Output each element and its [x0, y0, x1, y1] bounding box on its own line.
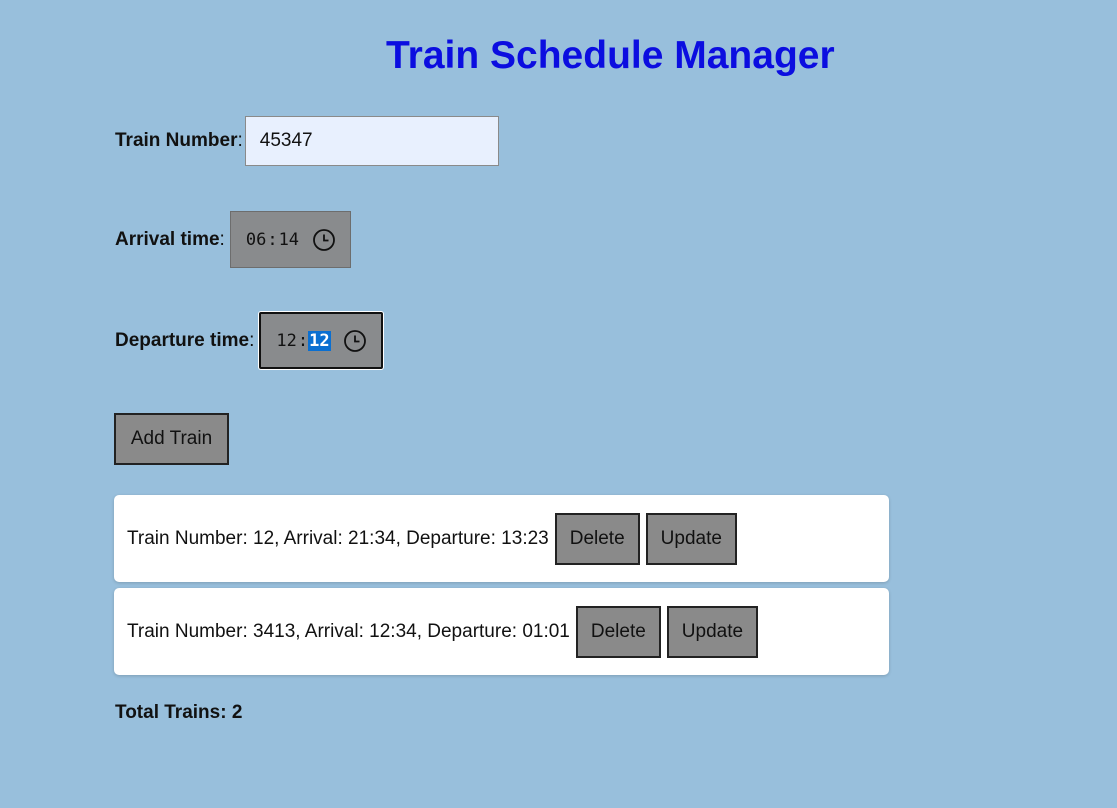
total-trains: Total Trains: 2 — [115, 702, 243, 723]
train-number-input[interactable] — [244, 116, 499, 166]
update-button[interactable]: Update — [645, 512, 737, 565]
delete-button[interactable]: Delete — [575, 605, 661, 658]
clock-icon[interactable] — [343, 329, 367, 353]
train-number-label: Train Number: — [115, 130, 243, 151]
add-train-button[interactable]: Add Train — [114, 413, 229, 465]
train-number-row: Train Number: — [115, 116, 499, 166]
train-info: Train Number: 12, Arrival: 21:34, Depart… — [127, 527, 549, 549]
update-button[interactable]: Update — [666, 605, 759, 658]
arrival-time-label: Arrival time: — [115, 228, 225, 250]
train-info: Train Number: 3413, Arrival: 12:34, Depa… — [127, 620, 570, 642]
arrival-time-row: Arrival time: 06:14 — [115, 211, 352, 268]
arrival-minutes[interactable]: 14 — [278, 230, 300, 250]
departure-time-row: Departure time: 12:12 — [115, 312, 383, 369]
train-list-item: Train Number: 12, Arrival: 21:34, Depart… — [114, 495, 889, 582]
departure-hours[interactable]: 12 — [275, 331, 297, 351]
page-title: Train Schedule Manager — [386, 34, 835, 77]
departure-time-input[interactable]: 12:12 — [259, 312, 383, 369]
arrival-time-input[interactable]: 06:14 — [229, 211, 352, 268]
clock-icon[interactable] — [312, 228, 336, 252]
departure-time-label: Departure time: — [115, 329, 255, 351]
delete-button[interactable]: Delete — [554, 512, 640, 565]
train-list-item: Train Number: 3413, Arrival: 12:34, Depa… — [114, 588, 889, 675]
departure-minutes[interactable]: 12 — [308, 330, 331, 351]
arrival-hours[interactable]: 06 — [245, 230, 267, 250]
